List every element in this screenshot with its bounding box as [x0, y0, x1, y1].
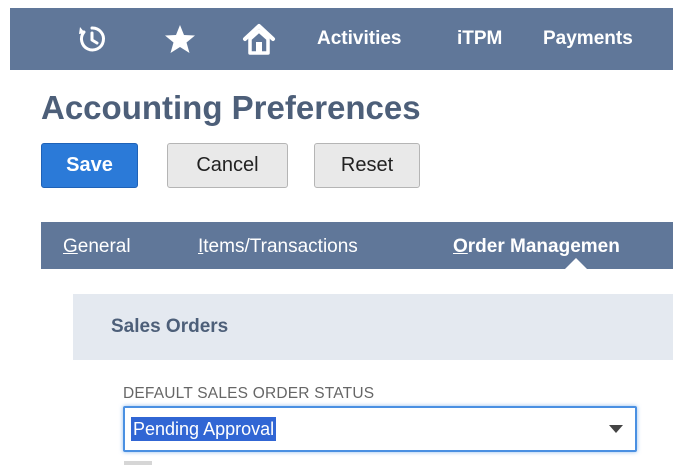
home-icon-graphic	[243, 24, 275, 55]
tab-items-transactions-label: tems/Transactions	[203, 236, 358, 257]
star-icon-graphic	[165, 25, 195, 53]
next-field-edge	[124, 461, 152, 465]
save-button[interactable]: Save	[41, 143, 138, 188]
section-header-sales-orders: Sales Orders	[73, 294, 673, 360]
page-title: Accounting Preferences	[41, 89, 421, 126]
tab-general-accelerator: G	[63, 236, 78, 257]
selected-value: Pending Approval	[131, 417, 277, 441]
recent-icon[interactable]	[75, 22, 109, 56]
tab-order-management[interactable]: Order Managemen	[453, 235, 620, 259]
tab-general-label: eneral	[77, 236, 131, 257]
active-tab-indicator	[565, 258, 587, 269]
tab-general[interactable]: General	[63, 235, 131, 259]
tab-items-transactions[interactable]: Items/Transactions	[198, 235, 358, 259]
recent-icon-graphic	[79, 26, 105, 52]
default-sales-order-status-select[interactable]: Pending Approval	[123, 406, 637, 452]
tab-order-management-accelerator: O	[453, 236, 468, 257]
home-icon[interactable]	[242, 22, 276, 56]
star-icon[interactable]	[163, 22, 197, 56]
reset-button[interactable]: Reset	[314, 143, 420, 188]
tab-order-management-label: rder Managemen	[467, 236, 620, 257]
nav-link-activities[interactable]: Activities	[317, 27, 401, 51]
cancel-button[interactable]: Cancel	[167, 143, 288, 188]
dropdown-arrow-icon[interactable]	[609, 425, 623, 433]
nav-link-itpm[interactable]: iTPM	[457, 27, 502, 51]
section-title: Sales Orders	[111, 316, 229, 337]
top-navigation-bar: Activities iTPM Payments	[10, 8, 673, 70]
default-sales-order-status-label: DEFAULT SALES ORDER STATUS	[123, 385, 375, 402]
nav-link-payments[interactable]: Payments	[543, 27, 633, 51]
